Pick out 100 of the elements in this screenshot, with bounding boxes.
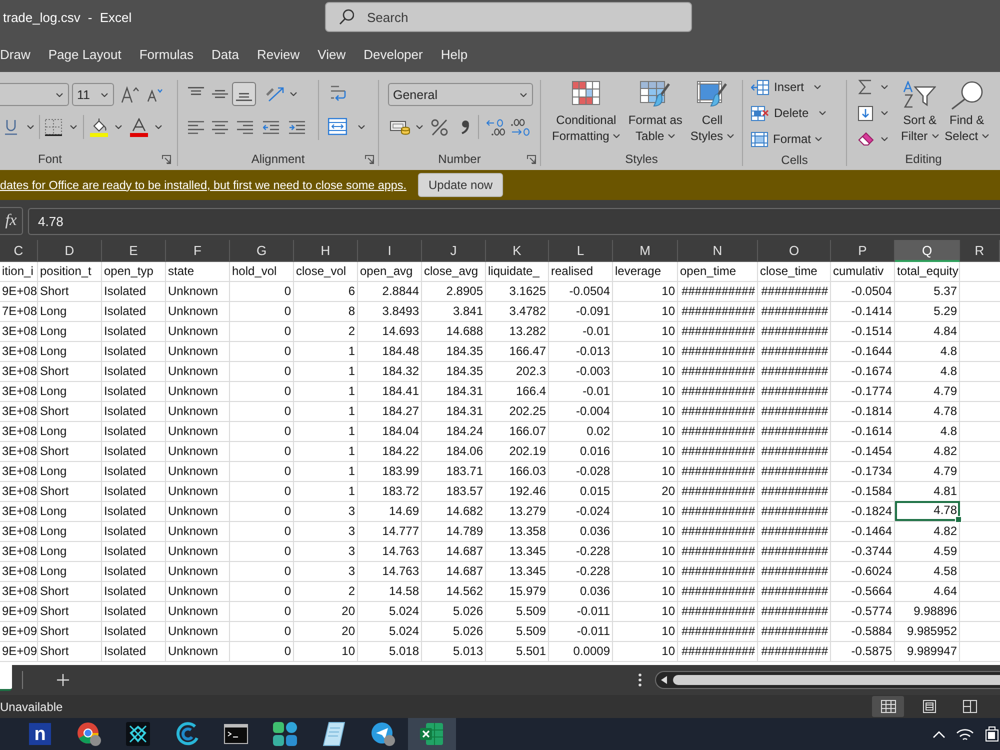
- update-now-button[interactable]: Update now: [418, 173, 503, 197]
- caret-icon[interactable]: [70, 125, 77, 129]
- font-color-icon[interactable]: [130, 118, 148, 136]
- table-cell: 14.687: [422, 562, 486, 581]
- insert-function-button[interactable]: fx: [0, 207, 23, 235]
- comma-icon[interactable]: [461, 120, 469, 134]
- grow-font-icon[interactable]: [121, 86, 139, 103]
- ribbon-tab[interactable]: Review: [257, 44, 300, 65]
- banknote-coins-icon[interactable]: [390, 119, 410, 135]
- column-header[interactable]: Q: [895, 240, 960, 262]
- caret-icon[interactable]: [881, 85, 888, 89]
- table-cell: -0.228: [549, 542, 613, 561]
- table-cell: 14.789: [422, 522, 486, 541]
- format-as-table-button[interactable]: Format as Table: [628, 72, 682, 148]
- scrollbar-thumb[interactable]: [673, 675, 1000, 685]
- normal-view-button[interactable]: [872, 696, 904, 717]
- ribbon-tab[interactable]: Page Layout: [48, 44, 122, 65]
- table-cell: 0: [230, 302, 294, 321]
- table-cell: ###########: [678, 282, 758, 301]
- caret-icon[interactable]: [290, 92, 297, 96]
- eraser-icon[interactable]: [858, 132, 874, 146]
- ribbon-tab[interactable]: Developer: [364, 44, 423, 65]
- ribbon-tab[interactable]: Formulas: [139, 44, 194, 65]
- add-sheet-icon[interactable]: [57, 674, 69, 686]
- ribbon-tab[interactable]: Data: [212, 44, 240, 65]
- fill-handle[interactable]: [955, 516, 962, 523]
- ribbon-tab[interactable]: View: [318, 44, 346, 65]
- column-header[interactable]: G: [230, 240, 294, 262]
- caret-icon[interactable]: [27, 125, 34, 129]
- caret-icon[interactable]: [881, 137, 888, 141]
- column-header[interactable]: L: [549, 240, 613, 262]
- column-header[interactable]: H: [294, 240, 358, 262]
- dialog-launcher-icon[interactable]: [527, 154, 536, 164]
- find-select-button[interactable]: Find & Select: [944, 72, 990, 148]
- scroll-left-icon[interactable]: [661, 676, 667, 684]
- column-header[interactable]: I: [358, 240, 422, 262]
- column-header[interactable]: N: [678, 240, 758, 262]
- caret-icon[interactable]: [416, 125, 423, 129]
- increase-decimal-icon[interactable]: [486, 118, 505, 136]
- orientation-icon[interactable]: [266, 86, 285, 102]
- update-message-link[interactable]: dates for Office are ready to be installed, but first we need to close some apps.: [0, 178, 406, 192]
- battery-icon[interactable]: [985, 726, 999, 742]
- fill-bucket-icon[interactable]: [90, 118, 108, 136]
- table-cell: 3.4782: [486, 302, 549, 321]
- column-header[interactable]: K: [486, 240, 549, 262]
- chevron-up-icon[interactable]: [933, 730, 945, 738]
- borders-icon[interactable]: [45, 118, 62, 136]
- column-header[interactable]: J: [422, 240, 486, 262]
- terminal-icon: [224, 724, 248, 744]
- delete-button[interactable]: Delete: [751, 100, 826, 126]
- dialog-launcher-icon[interactable]: [365, 154, 374, 164]
- table-cell: Isolated: [102, 542, 166, 561]
- caret-icon[interactable]: [115, 125, 122, 129]
- table-cell: 183.72: [358, 482, 422, 501]
- conditional-formatting-button[interactable]: Conditional Formatting: [552, 72, 620, 148]
- caret-icon[interactable]: [358, 124, 365, 128]
- caret-icon[interactable]: [155, 125, 162, 129]
- fill-down-icon[interactable]: [858, 106, 873, 120]
- table-cell: 5.013: [422, 642, 486, 661]
- search-field[interactable]: Search: [325, 2, 692, 32]
- horizontal-scrollbar[interactable]: [655, 671, 1000, 689]
- dialog-launcher-icon[interactable]: [162, 154, 171, 164]
- table-cell: 0: [230, 382, 294, 401]
- table-cell: 10: [613, 282, 678, 301]
- ribbon-tab[interactable]: Help: [440, 44, 468, 65]
- decrease-indent-icon[interactable]: [263, 120, 279, 134]
- column-header[interactable]: R: [960, 240, 1000, 262]
- align-left-icon[interactable]: [188, 120, 204, 134]
- sort-filter-button[interactable]: Sort & Filter: [901, 72, 939, 148]
- align-right-icon[interactable]: [237, 120, 253, 134]
- underline-icon[interactable]: [4, 119, 18, 135]
- wifi-icon[interactable]: [956, 726, 974, 742]
- increase-indent-icon[interactable]: [289, 120, 305, 134]
- decrease-decimal-icon[interactable]: [511, 118, 530, 136]
- column-header[interactable]: O: [758, 240, 831, 262]
- caret-icon[interactable]: [881, 111, 888, 115]
- wrap-text-icon[interactable]: [330, 85, 347, 102]
- cell-styles-button[interactable]: Cell Styles: [690, 72, 734, 148]
- insert-button[interactable]: Insert: [751, 74, 822, 100]
- ribbon-tab[interactable]: Draw: [0, 44, 30, 65]
- number-format-dropdown[interactable]: General: [388, 83, 533, 106]
- column-header[interactable]: F: [166, 240, 230, 262]
- align-center-icon[interactable]: [212, 120, 228, 134]
- column-header[interactable]: C: [0, 240, 38, 262]
- merge-cells-icon[interactable]: [328, 118, 347, 135]
- sheet-tab[interactable]: [0, 665, 12, 691]
- column-header[interactable]: D: [38, 240, 102, 262]
- format-button[interactable]: Format: [751, 126, 822, 152]
- sigma-icon[interactable]: [858, 79, 872, 95]
- column-header[interactable]: E: [102, 240, 166, 262]
- more-options-icon[interactable]: [638, 673, 642, 687]
- column-header[interactable]: M: [613, 240, 678, 262]
- header-cell: close_avg: [422, 262, 486, 281]
- formula-input[interactable]: 4.78: [28, 208, 1000, 234]
- table-cell: -0.01: [549, 322, 613, 341]
- shrink-font-icon[interactable]: [147, 88, 163, 102]
- percent-icon[interactable]: [431, 118, 448, 136]
- taskbar-button[interactable]: n: [16, 718, 64, 750]
- font-size-dropdown[interactable]: 11: [72, 83, 114, 106]
- align-bottom-button[interactable]: [232, 82, 256, 106]
